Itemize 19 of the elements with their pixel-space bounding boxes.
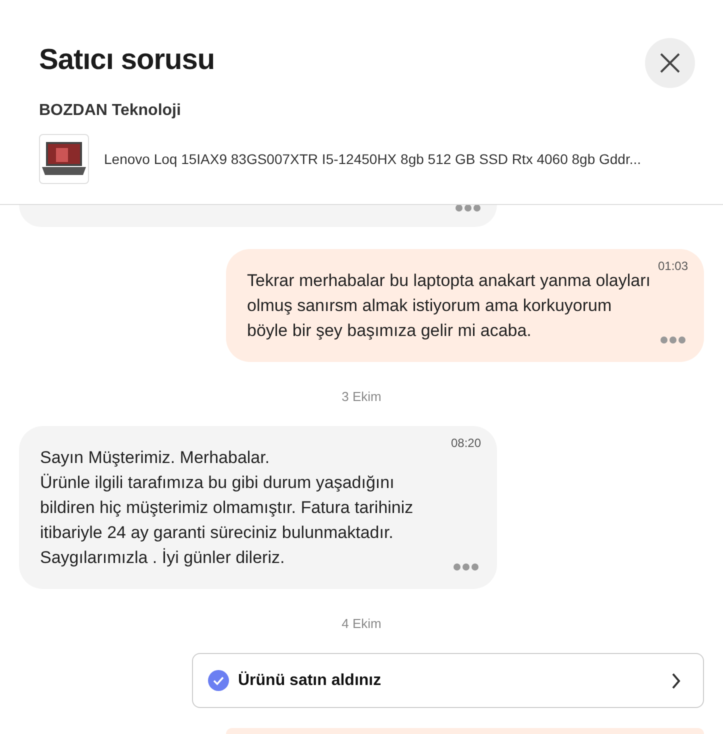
close-button[interactable] [645,38,695,88]
message-time: 01:03 [658,259,688,274]
more-icon[interactable] [453,563,479,572]
message-time: 08:20 [450,436,481,450]
date-separator: 4 Ekim [342,616,382,632]
purchase-label: Ürünü satın aldınız [238,672,382,690]
seller-name: BOZDAN Teknoloji [39,102,182,120]
product-name[interactable]: Lenovo Loq 15IAX9 83GS007XTR I5-12450HX 8gb 512 GB SSD Rtx 4060 8gb Gddr... [104,151,642,167]
message-text: Sayın Müşterimiz. Merhabalar. Ürünle ilgili tarafımıza bu gibi durum yaşadığını bildiren hiç müşterimiz olmamıştır. Fatura tarihiniz itibariyle 24 ay garanti süreciniz bulunmaktadır. Saygılarımızla . İyi günler dileriz. [40,447,414,570]
date-separator: 3 Ekim [342,389,382,404]
more-icon[interactable] [455,205,481,212]
more-icon[interactable] [660,336,686,344]
message-text: Tekrar merhabalar bu laptopta anakart yanma olayları olmuş sanırsm almak istiyorum ama korkuyorum böyle bir şey başımıza gelir mi acaba. [247,270,652,342]
check-circle-icon [208,670,229,692]
purchase-card[interactable]: Ürünü satın aldınız [192,653,704,708]
close-icon [659,52,681,74]
dialog-title: Satıcı sorusu [39,44,215,77]
laptop-thumbnail [39,134,89,184]
chevron-right-icon [671,672,681,689]
